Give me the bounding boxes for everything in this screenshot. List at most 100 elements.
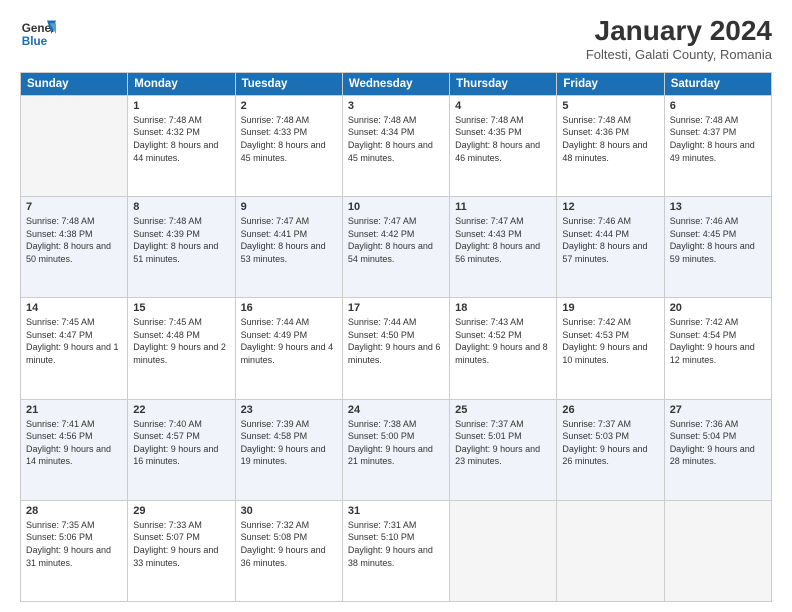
header-friday: Friday xyxy=(557,72,664,95)
calendar-day-cell: 25 Sunrise: 7:37 AM Sunset: 5:01 PM Dayl… xyxy=(450,399,557,500)
day-number: 9 xyxy=(241,201,337,213)
day-number: 30 xyxy=(241,505,337,517)
day-number: 8 xyxy=(133,201,229,213)
day-number: 15 xyxy=(133,302,229,314)
day-number: 19 xyxy=(562,302,658,314)
calendar-week-row: 21 Sunrise: 7:41 AM Sunset: 4:56 PM Dayl… xyxy=(21,399,772,500)
day-number: 11 xyxy=(455,201,551,213)
day-number: 10 xyxy=(348,201,444,213)
day-info: Sunrise: 7:47 AM Sunset: 4:42 PM Dayligh… xyxy=(348,215,444,265)
header-thursday: Thursday xyxy=(450,72,557,95)
logo-icon: General Blue xyxy=(20,16,56,52)
day-info: Sunrise: 7:47 AM Sunset: 4:43 PM Dayligh… xyxy=(455,215,551,265)
month-title: January 2024 xyxy=(586,16,772,47)
calendar-day-cell: 31 Sunrise: 7:31 AM Sunset: 5:10 PM Dayl… xyxy=(342,500,449,601)
day-number: 27 xyxy=(670,404,766,416)
header-sunday: Sunday xyxy=(21,72,128,95)
calendar-day-cell: 27 Sunrise: 7:36 AM Sunset: 5:04 PM Dayl… xyxy=(664,399,771,500)
calendar-day-cell: 16 Sunrise: 7:44 AM Sunset: 4:49 PM Dayl… xyxy=(235,298,342,399)
day-number: 13 xyxy=(670,201,766,213)
calendar-day-cell: 29 Sunrise: 7:33 AM Sunset: 5:07 PM Dayl… xyxy=(128,500,235,601)
day-info: Sunrise: 7:35 AM Sunset: 5:06 PM Dayligh… xyxy=(26,519,122,569)
calendar-day-cell xyxy=(557,500,664,601)
day-number: 20 xyxy=(670,302,766,314)
day-info: Sunrise: 7:31 AM Sunset: 5:10 PM Dayligh… xyxy=(348,519,444,569)
day-info: Sunrise: 7:45 AM Sunset: 4:47 PM Dayligh… xyxy=(26,316,122,366)
calendar-day-cell: 2 Sunrise: 7:48 AM Sunset: 4:33 PM Dayli… xyxy=(235,95,342,196)
day-info: Sunrise: 7:43 AM Sunset: 4:52 PM Dayligh… xyxy=(455,316,551,366)
day-info: Sunrise: 7:46 AM Sunset: 4:45 PM Dayligh… xyxy=(670,215,766,265)
header-saturday: Saturday xyxy=(664,72,771,95)
calendar-day-cell: 9 Sunrise: 7:47 AM Sunset: 4:41 PM Dayli… xyxy=(235,197,342,298)
calendar-week-row: 28 Sunrise: 7:35 AM Sunset: 5:06 PM Dayl… xyxy=(21,500,772,601)
title-block: January 2024 Foltesti, Galati County, Ro… xyxy=(586,16,772,62)
calendar-day-cell: 28 Sunrise: 7:35 AM Sunset: 5:06 PM Dayl… xyxy=(21,500,128,601)
day-info: Sunrise: 7:47 AM Sunset: 4:41 PM Dayligh… xyxy=(241,215,337,265)
calendar-day-cell: 20 Sunrise: 7:42 AM Sunset: 4:54 PM Dayl… xyxy=(664,298,771,399)
calendar-day-cell: 19 Sunrise: 7:42 AM Sunset: 4:53 PM Dayl… xyxy=(557,298,664,399)
day-info: Sunrise: 7:48 AM Sunset: 4:35 PM Dayligh… xyxy=(455,114,551,164)
calendar-day-cell: 17 Sunrise: 7:44 AM Sunset: 4:50 PM Dayl… xyxy=(342,298,449,399)
header-row: Sunday Monday Tuesday Wednesday Thursday… xyxy=(21,72,772,95)
day-info: Sunrise: 7:48 AM Sunset: 4:37 PM Dayligh… xyxy=(670,114,766,164)
calendar-day-cell: 30 Sunrise: 7:32 AM Sunset: 5:08 PM Dayl… xyxy=(235,500,342,601)
day-info: Sunrise: 7:37 AM Sunset: 5:01 PM Dayligh… xyxy=(455,418,551,468)
day-info: Sunrise: 7:44 AM Sunset: 4:50 PM Dayligh… xyxy=(348,316,444,366)
day-info: Sunrise: 7:45 AM Sunset: 4:48 PM Dayligh… xyxy=(133,316,229,366)
day-number: 21 xyxy=(26,404,122,416)
day-info: Sunrise: 7:33 AM Sunset: 5:07 PM Dayligh… xyxy=(133,519,229,569)
header-monday: Monday xyxy=(128,72,235,95)
calendar-day-cell: 4 Sunrise: 7:48 AM Sunset: 4:35 PM Dayli… xyxy=(450,95,557,196)
day-number: 29 xyxy=(133,505,229,517)
calendar-day-cell xyxy=(21,95,128,196)
day-number: 18 xyxy=(455,302,551,314)
day-number: 16 xyxy=(241,302,337,314)
day-number: 12 xyxy=(562,201,658,213)
calendar-day-cell: 14 Sunrise: 7:45 AM Sunset: 4:47 PM Dayl… xyxy=(21,298,128,399)
calendar-day-cell: 5 Sunrise: 7:48 AM Sunset: 4:36 PM Dayli… xyxy=(557,95,664,196)
calendar-day-cell: 12 Sunrise: 7:46 AM Sunset: 4:44 PM Dayl… xyxy=(557,197,664,298)
header: General Blue January 2024 Foltesti, Gala… xyxy=(20,16,772,62)
day-info: Sunrise: 7:41 AM Sunset: 4:56 PM Dayligh… xyxy=(26,418,122,468)
calendar-week-row: 1 Sunrise: 7:48 AM Sunset: 4:32 PM Dayli… xyxy=(21,95,772,196)
day-info: Sunrise: 7:48 AM Sunset: 4:34 PM Dayligh… xyxy=(348,114,444,164)
day-info: Sunrise: 7:40 AM Sunset: 4:57 PM Dayligh… xyxy=(133,418,229,468)
day-number: 22 xyxy=(133,404,229,416)
calendar-week-row: 14 Sunrise: 7:45 AM Sunset: 4:47 PM Dayl… xyxy=(21,298,772,399)
day-info: Sunrise: 7:37 AM Sunset: 5:03 PM Dayligh… xyxy=(562,418,658,468)
logo: General Blue xyxy=(20,16,56,52)
day-number: 7 xyxy=(26,201,122,213)
calendar-day-cell: 3 Sunrise: 7:48 AM Sunset: 4:34 PM Dayli… xyxy=(342,95,449,196)
day-number: 28 xyxy=(26,505,122,517)
calendar-day-cell: 7 Sunrise: 7:48 AM Sunset: 4:38 PM Dayli… xyxy=(21,197,128,298)
day-number: 4 xyxy=(455,100,551,112)
day-info: Sunrise: 7:44 AM Sunset: 4:49 PM Dayligh… xyxy=(241,316,337,366)
day-number: 1 xyxy=(133,100,229,112)
calendar-day-cell: 8 Sunrise: 7:48 AM Sunset: 4:39 PM Dayli… xyxy=(128,197,235,298)
calendar-day-cell: 10 Sunrise: 7:47 AM Sunset: 4:42 PM Dayl… xyxy=(342,197,449,298)
calendar-day-cell: 6 Sunrise: 7:48 AM Sunset: 4:37 PM Dayli… xyxy=(664,95,771,196)
calendar-day-cell: 23 Sunrise: 7:39 AM Sunset: 4:58 PM Dayl… xyxy=(235,399,342,500)
day-number: 14 xyxy=(26,302,122,314)
calendar-week-row: 7 Sunrise: 7:48 AM Sunset: 4:38 PM Dayli… xyxy=(21,197,772,298)
day-number: 31 xyxy=(348,505,444,517)
calendar-day-cell: 15 Sunrise: 7:45 AM Sunset: 4:48 PM Dayl… xyxy=(128,298,235,399)
calendar-day-cell xyxy=(664,500,771,601)
day-number: 26 xyxy=(562,404,658,416)
day-info: Sunrise: 7:46 AM Sunset: 4:44 PM Dayligh… xyxy=(562,215,658,265)
day-number: 3 xyxy=(348,100,444,112)
page: General Blue January 2024 Foltesti, Gala… xyxy=(0,0,792,612)
svg-text:Blue: Blue xyxy=(22,35,48,48)
day-info: Sunrise: 7:48 AM Sunset: 4:39 PM Dayligh… xyxy=(133,215,229,265)
calendar-day-cell: 24 Sunrise: 7:38 AM Sunset: 5:00 PM Dayl… xyxy=(342,399,449,500)
day-info: Sunrise: 7:32 AM Sunset: 5:08 PM Dayligh… xyxy=(241,519,337,569)
day-info: Sunrise: 7:42 AM Sunset: 4:54 PM Dayligh… xyxy=(670,316,766,366)
calendar-day-cell: 22 Sunrise: 7:40 AM Sunset: 4:57 PM Dayl… xyxy=(128,399,235,500)
day-number: 25 xyxy=(455,404,551,416)
calendar-day-cell: 26 Sunrise: 7:37 AM Sunset: 5:03 PM Dayl… xyxy=(557,399,664,500)
day-number: 24 xyxy=(348,404,444,416)
calendar-day-cell: 18 Sunrise: 7:43 AM Sunset: 4:52 PM Dayl… xyxy=(450,298,557,399)
calendar-day-cell: 1 Sunrise: 7:48 AM Sunset: 4:32 PM Dayli… xyxy=(128,95,235,196)
calendar-table: Sunday Monday Tuesday Wednesday Thursday… xyxy=(20,72,772,602)
header-tuesday: Tuesday xyxy=(235,72,342,95)
